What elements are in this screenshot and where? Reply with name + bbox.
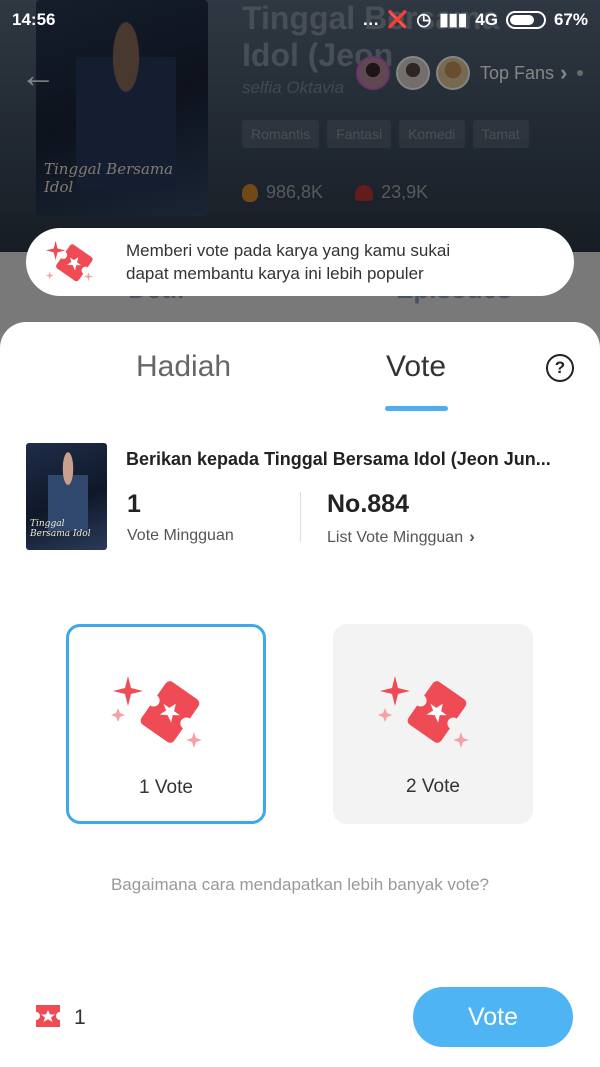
weekly-votes-value: 1 [127,490,141,518]
vote-button[interactable]: Vote [413,987,573,1047]
more-icon: … [362,10,380,29]
vote-option-1[interactable]: 1 Vote [66,624,266,824]
clock: 14:56 [12,10,56,29]
weekly-rank-value: No.884 [327,490,409,518]
status-icons: … ❌ ◷ ▮▮▮ 4G 67% [362,10,588,30]
signal-icon: ▮▮▮ [439,10,468,29]
vote-ticket-icon [111,676,202,748]
divider [300,492,301,542]
banner-line-2: dapat membantu karya ini lebih populer [126,264,424,283]
banner-line-1: Memberi vote pada karya yang kamu sukai [126,241,451,260]
book-thumbnail: Tinggal Bersama Idol [26,443,107,550]
vote-option-label: 1 Vote [139,777,193,798]
vote-ticket-icon [378,676,469,748]
active-tab-indicator [385,406,448,411]
vote-option-label: 2 Vote [406,776,460,797]
weekly-votes-label: Vote Mingguan [127,527,234,544]
thumbnail-cover-text: Tinggal Bersama Idol [30,519,91,539]
vote-balance: 1 [74,1006,86,1029]
help-icon[interactable]: ? [546,354,574,382]
vote-info-banner: Memberi vote pada karya yang kamu sukai … [26,228,574,296]
alarm-icon: ◷ [416,10,432,29]
vote-option-2[interactable]: 2 Vote [333,624,533,824]
network-type: 4G [475,10,498,29]
weekly-rank-link[interactable]: List Vote Mingguan › [327,527,475,547]
chevron-right-icon: › [469,527,475,546]
tab-hadiah[interactable]: Hadiah [136,350,231,384]
tab-vote[interactable]: Vote [386,350,446,384]
mute-icon: ❌ [387,10,409,29]
status-bar: 14:56 … ❌ ◷ ▮▮▮ 4G 67% [0,0,600,40]
gift-vote-sheet: Hadiah Vote ? Tinggal Bersama Idol Berik… [0,322,600,1067]
weekly-rank-label: List Vote Mingguan [327,529,464,546]
vote-ticket-icon [36,1005,60,1027]
vote-ticket-icon [45,240,94,282]
battery-level: 67% [553,10,588,29]
banner-text: Memberi vote pada karya yang kamu sukai … [126,239,450,285]
battery-icon [505,11,546,29]
how-to-get-votes-link[interactable]: Bagaimana cara mendapatkan lebih banyak … [0,875,600,895]
vote-target-title: Berikan kepada Tinggal Bersama Idol (Jeo… [126,449,551,469]
